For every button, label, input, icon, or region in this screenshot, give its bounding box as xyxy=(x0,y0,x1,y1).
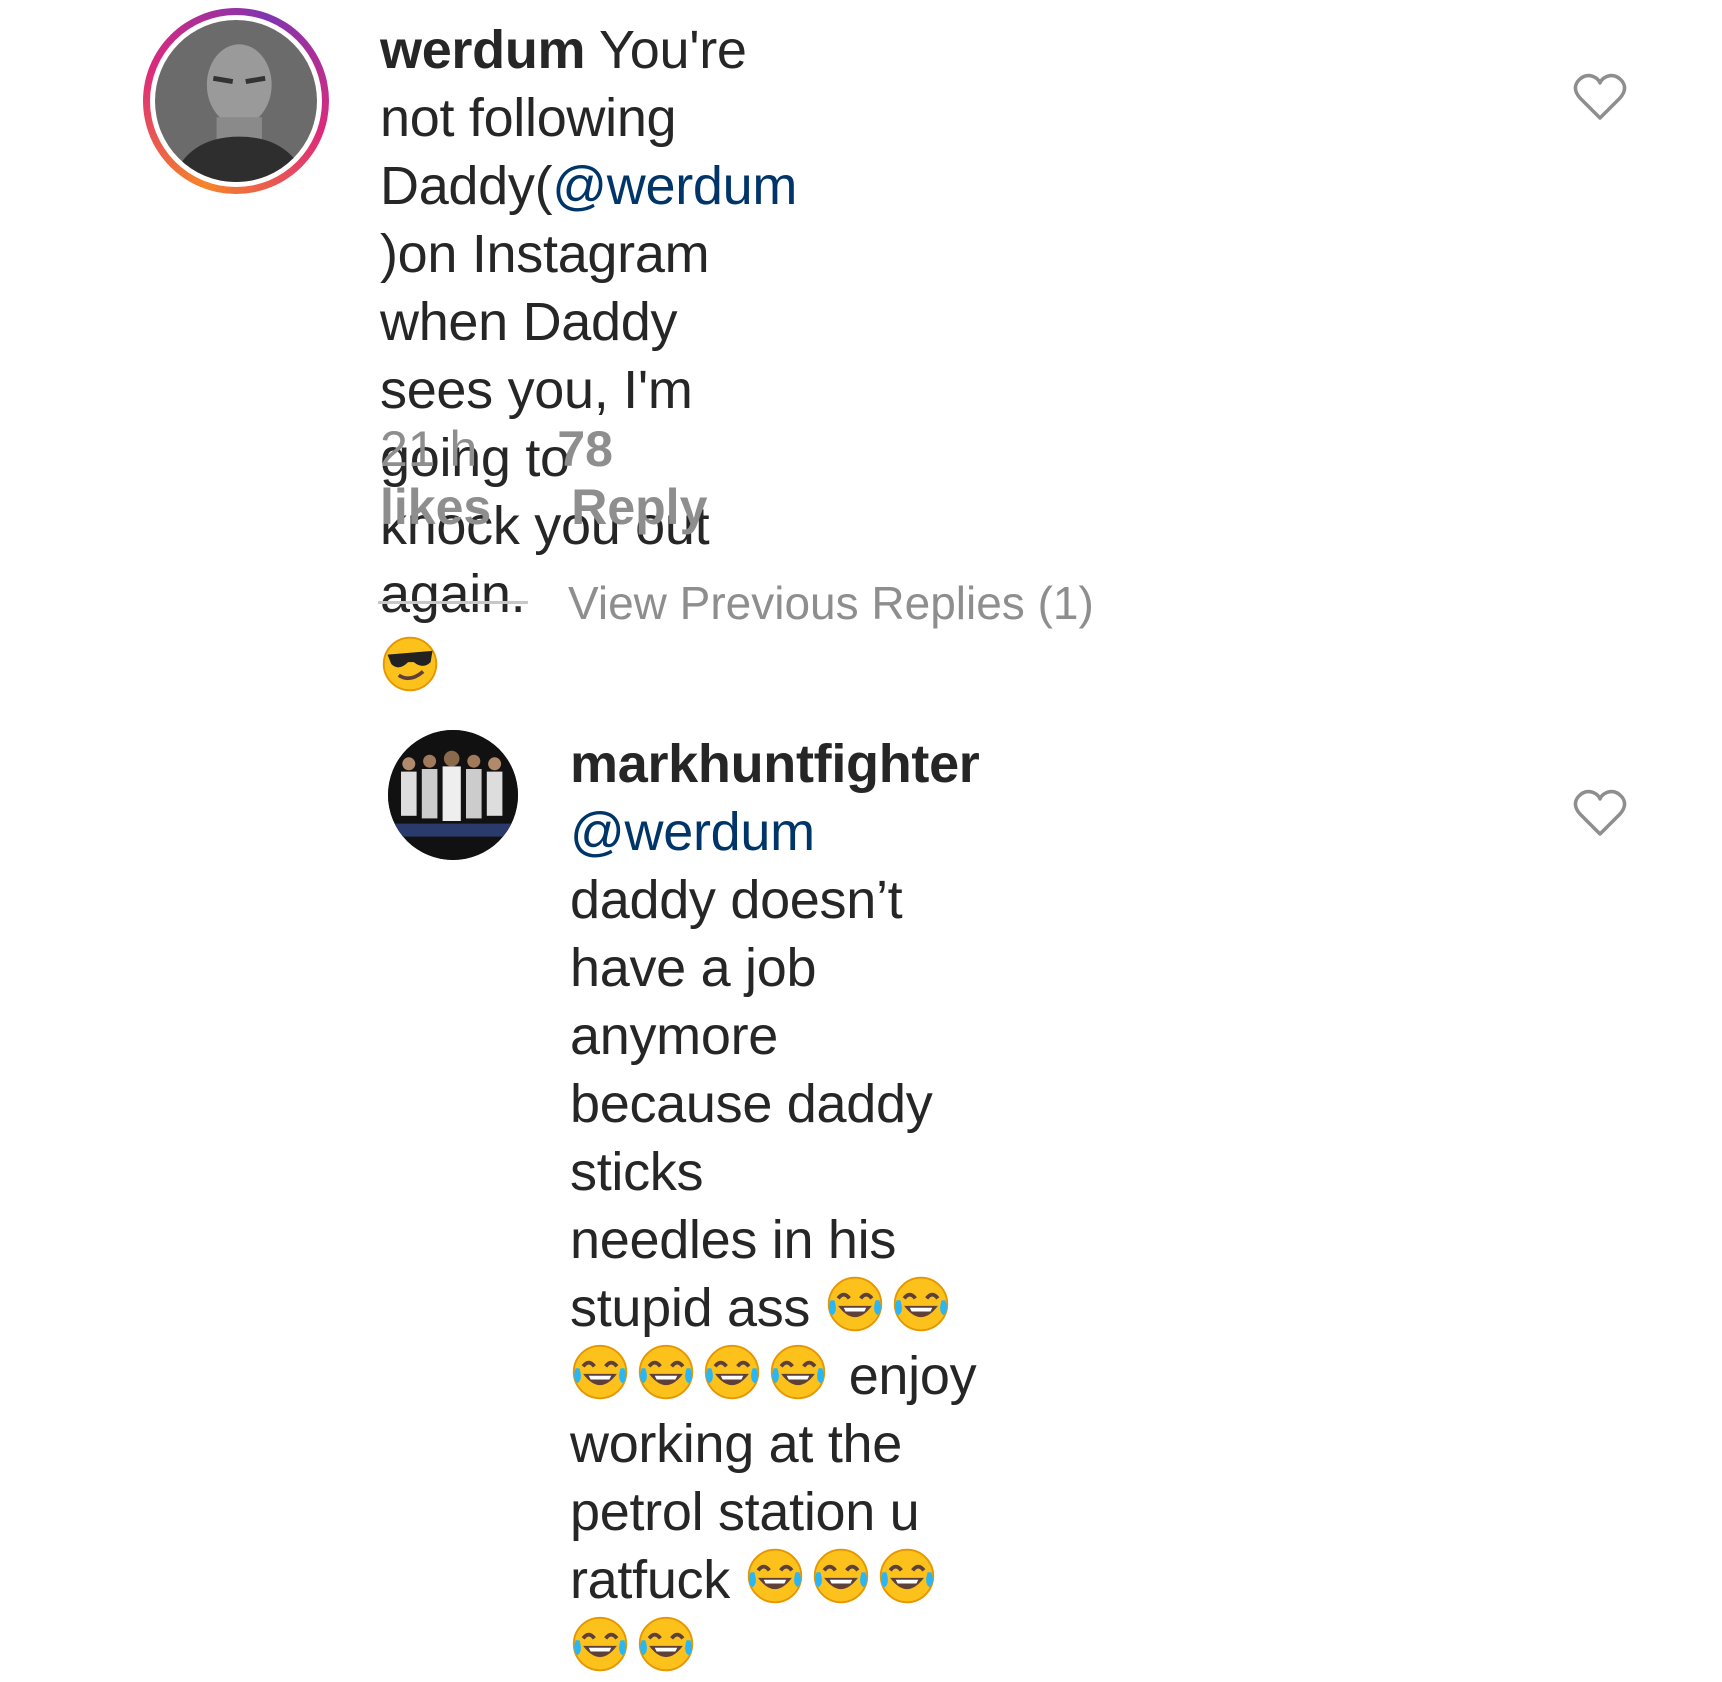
joy-emoji-icon xyxy=(891,1274,951,1334)
comment-text: )on Instagram xyxy=(380,224,710,284)
reply-button[interactable]: Reply xyxy=(571,479,707,535)
heart-icon[interactable] xyxy=(1572,788,1628,838)
comment-line-5 xyxy=(380,628,797,702)
timestamp: 21 h xyxy=(380,421,478,477)
joy-emoji-icon xyxy=(811,1546,871,1606)
comment-line-6: petrol station u ratfuck xyxy=(570,1478,980,1614)
comment-body: markhuntfighter @werdum daddy doesn’t ha… xyxy=(570,730,980,1682)
comment-text: Daddy( xyxy=(380,156,553,216)
comment-line-2: daddy doesn’t have a job xyxy=(570,870,903,998)
mention-link[interactable]: @werdum xyxy=(552,156,797,216)
comment-line-1: markhuntfighter @werdum xyxy=(570,730,980,866)
username-link[interactable]: werdum xyxy=(380,20,586,80)
group-photo-image xyxy=(388,730,518,860)
joy-emoji-icon xyxy=(636,1342,696,1402)
comment-line-2: Daddy(@werdum )on Instagram xyxy=(380,152,797,288)
view-previous-replies-button[interactable]: View Previous Replies (1) xyxy=(568,576,1094,630)
joy-emoji-icon xyxy=(768,1342,828,1402)
avatar-markhuntfighter[interactable] xyxy=(388,730,518,860)
comment-line-1: werdum You're not following xyxy=(380,16,797,152)
joy-emoji-icon xyxy=(745,1546,805,1606)
username-link[interactable]: markhuntfighter xyxy=(570,734,980,794)
heart-icon[interactable] xyxy=(1572,72,1628,122)
mention-link[interactable]: @werdum xyxy=(570,802,815,862)
avatar-photo xyxy=(155,20,317,182)
joy-emoji-icon xyxy=(877,1546,937,1606)
joy-emoji-icon xyxy=(825,1274,885,1334)
comment-line-3: anymore because daddy sticks xyxy=(570,1006,933,1202)
comment-line-4: needles in his stupid ass xyxy=(570,1206,980,1342)
joy-emoji-icon xyxy=(570,1614,630,1674)
joy-emoji-icon xyxy=(570,1342,630,1402)
replies-divider xyxy=(378,601,528,604)
joy-emoji-icon xyxy=(636,1614,696,1674)
comment-line-7 xyxy=(570,1614,980,1682)
joy-emoji-icon xyxy=(702,1342,762,1402)
comment-line-5: enjoy working at the xyxy=(570,1342,980,1478)
comment-meta: 21 h 78 likes Reply xyxy=(380,420,787,536)
avatar-border xyxy=(150,15,322,187)
avatar-werdum[interactable] xyxy=(143,8,329,194)
portrait-image xyxy=(155,20,317,182)
sunglasses-emoji-icon xyxy=(380,634,440,694)
